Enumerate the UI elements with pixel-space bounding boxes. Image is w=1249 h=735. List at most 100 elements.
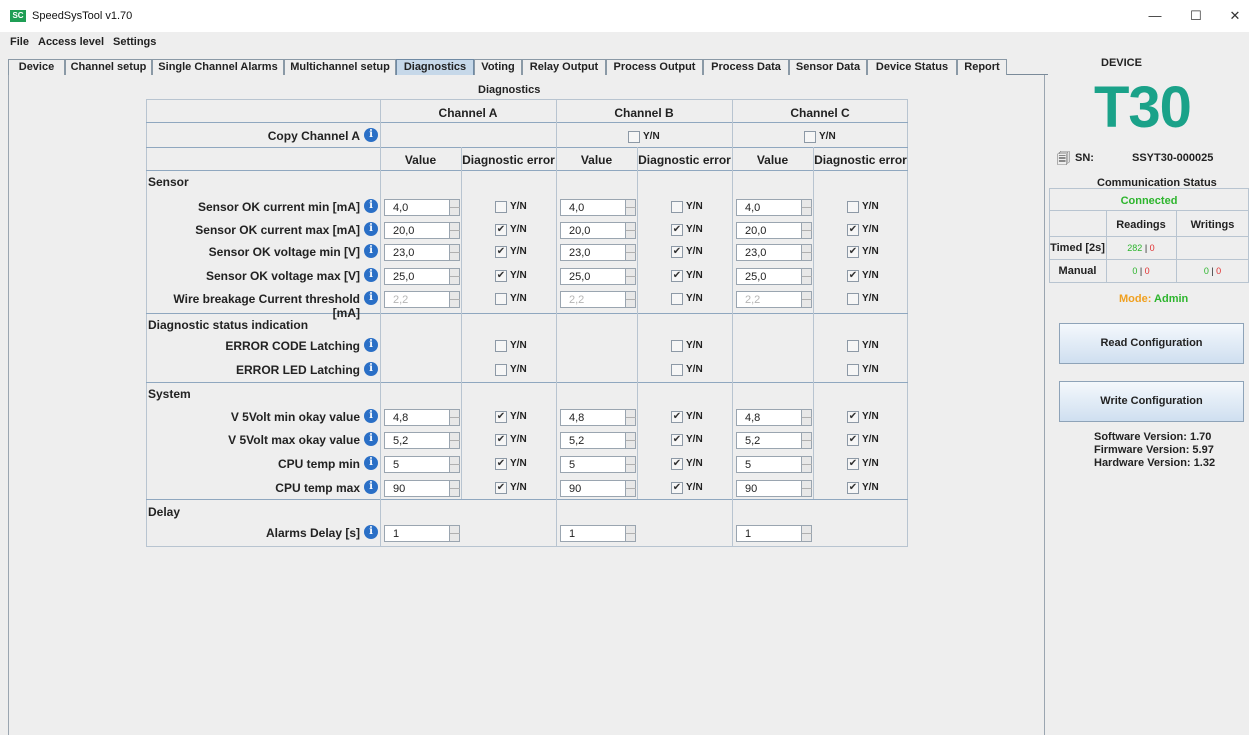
diagnostic-error-checkbox[interactable]: ✔ Y/N [495, 457, 535, 471]
info-icon[interactable]: i [364, 362, 378, 376]
copy-channel-b-checkbox[interactable]: Y/N [628, 130, 668, 144]
value-spinner[interactable]: 4,0 [560, 199, 636, 216]
spinner-arrows[interactable] [625, 481, 636, 496]
diagnostic-error-checkbox[interactable]: Y/N [847, 200, 887, 214]
value-spinner[interactable]: 4,0 [384, 199, 460, 216]
value-spinner[interactable]: 4,8 [560, 409, 636, 426]
diagnostic-error-checkbox[interactable]: Y/N [671, 339, 711, 353]
diagnostic-error-checkbox[interactable]: ✔ Y/N [495, 433, 535, 447]
diagnostic-error-checkbox[interactable]: ✔ Y/N [671, 245, 711, 259]
spinner-arrows[interactable] [449, 223, 460, 238]
info-icon[interactable]: i [364, 268, 378, 282]
value-spinner[interactable]: 23,0 [384, 244, 460, 261]
value-spinner[interactable]: 23,0 [560, 244, 636, 261]
value-spinner[interactable]: 90 [736, 480, 812, 497]
diagnostic-error-checkbox[interactable]: ✔ Y/N [847, 410, 887, 424]
diagnostic-error-checkbox[interactable]: Y/N [671, 363, 711, 377]
tab-voting[interactable]: Voting [474, 59, 522, 75]
diagnostic-error-checkbox[interactable]: ✔ Y/N [495, 481, 535, 495]
diagnostic-error-checkbox[interactable]: Y/N [495, 339, 535, 353]
value-spinner[interactable]: 5 [736, 456, 812, 473]
diagnostic-error-checkbox[interactable]: ✔ Y/N [671, 457, 711, 471]
spinner-arrows[interactable] [625, 410, 636, 425]
value-spinner[interactable]: 5,2 [560, 432, 636, 449]
spinner-arrows[interactable] [801, 223, 812, 238]
diagnostic-error-checkbox[interactable]: Y/N [495, 200, 535, 214]
value-spinner[interactable]: 5 [560, 456, 636, 473]
diagnostic-error-checkbox[interactable]: ✔ Y/N [495, 245, 535, 259]
spinner-arrows[interactable] [449, 481, 460, 496]
value-spinner[interactable]: 23,0 [736, 244, 812, 261]
tab-single-channel-alarms[interactable]: Single Channel Alarms [152, 59, 284, 75]
diagnostic-error-checkbox[interactable]: ✔ Y/N [847, 223, 887, 237]
info-icon[interactable]: i [364, 480, 378, 494]
value-spinner[interactable]: 4,8 [736, 409, 812, 426]
spinner-arrows[interactable] [801, 526, 812, 541]
value-spinner[interactable]: 25,0 [736, 268, 812, 285]
tab-diagnostics[interactable]: Diagnostics [396, 59, 474, 75]
spinner-arrows[interactable] [801, 457, 812, 472]
spinner-arrows[interactable] [625, 245, 636, 260]
spinner-arrows[interactable] [449, 410, 460, 425]
value-spinner[interactable]: 90 [384, 480, 460, 497]
menu-settings[interactable]: Settings [113, 36, 156, 48]
diagnostic-error-checkbox[interactable]: ✔ Y/N [671, 223, 711, 237]
diagnostic-error-checkbox[interactable]: Y/N [495, 363, 535, 377]
value-spinner[interactable]: 25,0 [560, 268, 636, 285]
spinner-arrows[interactable] [625, 269, 636, 284]
spinner-arrows[interactable] [801, 481, 812, 496]
write-configuration-button[interactable]: Write Configuration [1059, 381, 1244, 422]
spinner-arrows[interactable] [449, 526, 460, 541]
spinner-arrows[interactable] [449, 200, 460, 215]
spinner-arrows[interactable] [801, 200, 812, 215]
value-spinner[interactable]: 20,0 [736, 222, 812, 239]
spinner-arrows[interactable] [449, 433, 460, 448]
value-spinner[interactable]: 90 [560, 480, 636, 497]
spinner-arrows[interactable] [625, 223, 636, 238]
diagnostic-error-checkbox[interactable]: ✔ Y/N [671, 481, 711, 495]
spinner-arrows[interactable] [449, 269, 460, 284]
info-icon[interactable]: i [364, 128, 378, 142]
info-icon[interactable]: i [364, 291, 378, 305]
diagnostic-error-checkbox[interactable]: ✔ Y/N [671, 410, 711, 424]
tab-device-status[interactable]: Device Status [867, 59, 957, 75]
diagnostic-error-checkbox[interactable]: Y/N [671, 200, 711, 214]
diagnostic-error-checkbox[interactable]: ✔ Y/N [671, 433, 711, 447]
tab-multichannel-setup[interactable]: Multichannel setup [284, 59, 396, 75]
diagnostic-error-checkbox[interactable]: ✔ Y/N [495, 410, 535, 424]
value-spinner[interactable]: 1 [560, 525, 636, 542]
diagnostic-error-checkbox[interactable]: ✔ Y/N [495, 269, 535, 283]
info-icon[interactable]: i [364, 222, 378, 236]
tab-channel-setup[interactable]: Channel setup [65, 59, 152, 75]
spinner-arrows[interactable] [625, 433, 636, 448]
info-icon[interactable]: i [364, 525, 378, 539]
maximize-button[interactable]: ☐ [1181, 6, 1211, 26]
value-spinner[interactable]: 5,2 [384, 432, 460, 449]
tab-device[interactable]: Device [8, 59, 65, 75]
menu-access-level[interactable]: Access level [38, 36, 104, 48]
tab-process-output[interactable]: Process Output [606, 59, 703, 75]
spinner-arrows[interactable] [801, 245, 812, 260]
read-configuration-button[interactable]: Read Configuration [1059, 323, 1244, 364]
spinner-arrows[interactable] [625, 200, 636, 215]
info-icon[interactable]: i [364, 199, 378, 213]
close-button[interactable]: ✕ [1220, 6, 1249, 26]
info-icon[interactable]: i [364, 432, 378, 446]
value-spinner[interactable]: 4,8 [384, 409, 460, 426]
diagnostic-error-checkbox[interactable]: Y/N [671, 292, 711, 306]
tab-relay-output[interactable]: Relay Output [522, 59, 606, 75]
diagnostic-error-checkbox[interactable]: ✔ Y/N [847, 245, 887, 259]
diagnostic-error-checkbox[interactable]: Y/N [847, 363, 887, 377]
diagnostic-error-checkbox[interactable]: ✔ Y/N [495, 223, 535, 237]
tab-sensor-data[interactable]: Sensor Data [789, 59, 867, 75]
value-spinner[interactable]: 20,0 [384, 222, 460, 239]
spinner-arrows[interactable] [801, 433, 812, 448]
value-spinner[interactable]: 1 [736, 525, 812, 542]
tab-process-data[interactable]: Process Data [703, 59, 789, 75]
info-icon[interactable]: i [364, 244, 378, 258]
diagnostic-error-checkbox[interactable]: ✔ Y/N [847, 481, 887, 495]
spinner-arrows[interactable] [449, 245, 460, 260]
value-spinner[interactable]: 25,0 [384, 268, 460, 285]
diagnostic-error-checkbox[interactable]: Y/N [847, 292, 887, 306]
info-icon[interactable]: i [364, 409, 378, 423]
